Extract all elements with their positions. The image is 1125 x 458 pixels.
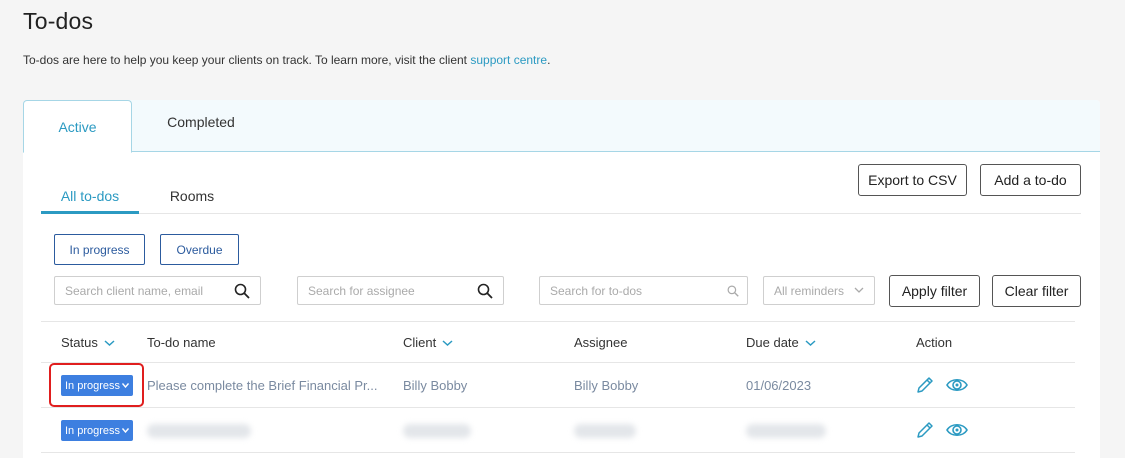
table-row: In progress Please complete the Brief Fi…: [41, 363, 1075, 408]
chevron-down-icon: [104, 339, 115, 346]
support-centre-link[interactable]: support centre: [470, 53, 547, 67]
filter-chip-overdue[interactable]: Overdue: [160, 234, 239, 265]
page-title: To-dos: [23, 8, 94, 34]
column-action: Action: [916, 335, 953, 350]
todo-search-input[interactable]: [540, 277, 747, 304]
chevron-down-icon: [122, 383, 130, 388]
redacted-assignee: [574, 424, 636, 438]
search-icon[interactable]: [234, 283, 250, 299]
column-assignee: Assignee: [574, 335, 628, 350]
chevron-down-icon: [122, 428, 130, 433]
chevron-down-icon: [854, 287, 864, 293]
intro-text: To-dos are here to help you keep your cl…: [23, 53, 551, 67]
client-name: Billy Bobby: [403, 378, 468, 393]
filter-chip-in-progress[interactable]: In progress: [54, 234, 145, 265]
chevron-down-icon: [442, 339, 453, 346]
clear-filter-button[interactable]: Clear filter: [992, 275, 1081, 307]
sub-tabs: All to-dos Rooms: [41, 182, 1081, 214]
assignee-search: [297, 276, 504, 305]
eye-icon[interactable]: [946, 374, 968, 396]
column-todo-name: To-do name: [147, 335, 216, 350]
tab-all-todos[interactable]: All to-dos: [41, 182, 139, 214]
search-icon[interactable]: [477, 283, 493, 299]
tab-completed[interactable]: Completed: [141, 96, 261, 148]
status-dropdown[interactable]: In progress: [61, 420, 133, 441]
status-dropdown[interactable]: In progress: [61, 375, 133, 396]
chevron-down-icon: [805, 339, 816, 346]
search-icon[interactable]: [727, 285, 739, 297]
table-row: In progress: [41, 408, 1075, 453]
assignee-name: Billy Bobby: [574, 378, 639, 393]
pencil-icon[interactable]: [914, 374, 936, 396]
eye-icon[interactable]: [946, 419, 968, 441]
todos-table: Status To-do name Client Assignee Due da…: [41, 321, 1075, 453]
tab-active[interactable]: Active: [23, 100, 132, 153]
client-search: [54, 276, 261, 305]
apply-filter-button[interactable]: Apply filter: [889, 275, 980, 307]
column-client[interactable]: Client: [403, 335, 453, 350]
redacted-due-date: [746, 424, 826, 438]
column-due-date[interactable]: Due date: [746, 335, 816, 350]
redacted-todo-name: [147, 424, 251, 438]
due-date: 01/06/2023: [746, 378, 812, 393]
todo-search: [539, 276, 748, 305]
pencil-icon[interactable]: [914, 419, 936, 441]
tab-rooms[interactable]: Rooms: [151, 182, 233, 214]
main-tabs: Active Completed: [23, 100, 1100, 153]
todos-card: Active Completed Export to CSV Add a to-…: [23, 100, 1100, 458]
todo-name[interactable]: Please complete the Brief Financial Pr..…: [147, 378, 378, 393]
assignee-search-input[interactable]: [298, 277, 503, 304]
client-search-input[interactable]: [55, 277, 260, 304]
redacted-client: [403, 424, 471, 438]
reminders-select-value: All reminders: [774, 283, 845, 298]
column-status[interactable]: Status: [61, 335, 115, 350]
reminders-select[interactable]: All reminders: [763, 276, 875, 305]
table-header: Status To-do name Client Assignee Due da…: [41, 321, 1075, 363]
